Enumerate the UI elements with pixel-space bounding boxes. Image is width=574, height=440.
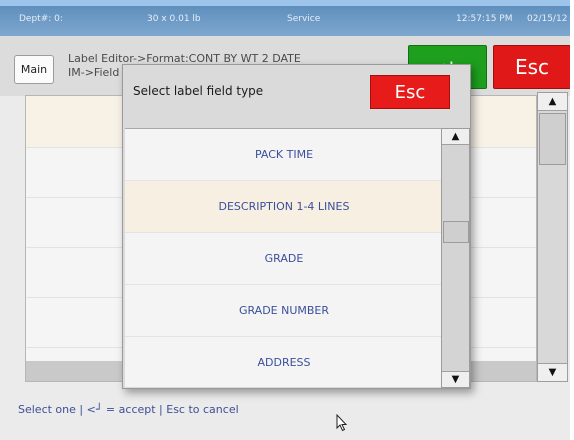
dialog-scrollbar[interactable]: ▲ ▼ (441, 128, 470, 388)
field-type-label: DESCRIPTION 1-4 LINES (218, 200, 350, 213)
weight-status: 30 x 0.01 lb (147, 14, 201, 24)
up-arrow-icon: ▲ (548, 96, 557, 107)
select-field-type-dialog: Select label field type Esc PACK TIME DES… (122, 64, 471, 389)
date-status: 02/15/12 (527, 14, 568, 24)
field-type-list: PACK TIME DESCRIPTION 1-4 LINES GRADE GRADE… (125, 128, 443, 387)
dialog-title: Select label field type (133, 84, 264, 98)
mode-status: Service (287, 14, 321, 24)
field-type-label: GRADE NUMBER (238, 304, 330, 317)
screen: Dept#: 0: 30 x 0.01 lb Service 12:57:15 … (0, 0, 574, 440)
main-button[interactable]: Main (14, 55, 54, 84)
field-type-label: GRADE (264, 252, 304, 265)
dialog-scroll-down-button[interactable]: ▼ (442, 371, 469, 387)
field-type-label: PACK TIME (254, 148, 314, 161)
down-arrow-icon: ▼ (548, 367, 557, 378)
scroll-thumb[interactable] (539, 113, 566, 165)
field-type-item[interactable]: GRADE (125, 233, 443, 285)
dialog-scroll-thumb[interactable] (443, 221, 469, 243)
mouse-pointer-icon (336, 413, 348, 436)
background-scrollbar[interactable]: ▲ ▼ (537, 92, 568, 382)
down-arrow-icon: ▼ (451, 374, 460, 385)
field-type-item[interactable]: DESCRIPTION 1-4 LINES (125, 181, 443, 233)
dialog-scroll-up-button[interactable]: ▲ (442, 129, 469, 145)
instruction-prompt: Select one | <┘ = accept | Esc to cancel (18, 403, 239, 416)
scroll-up-button[interactable]: ▲ (538, 93, 567, 111)
field-type-item[interactable]: GRADE NUMBER (125, 285, 443, 337)
time-status: 12:57:15 PM (456, 14, 513, 24)
field-type-item[interactable]: PACK TIME (125, 129, 443, 181)
dialog-esc-button[interactable]: Esc (370, 75, 450, 109)
dept-status: Dept#: 0: (19, 14, 63, 24)
esc-button[interactable]: Esc (493, 45, 570, 89)
scroll-down-button[interactable]: ▼ (538, 363, 567, 381)
field-type-label: ADDRESS (257, 356, 311, 369)
status-bar: Dept#: 0: 30 x 0.01 lb Service 12:57:15 … (0, 6, 570, 36)
up-arrow-icon: ▲ (451, 131, 460, 142)
field-type-item[interactable]: ADDRESS (125, 337, 443, 387)
